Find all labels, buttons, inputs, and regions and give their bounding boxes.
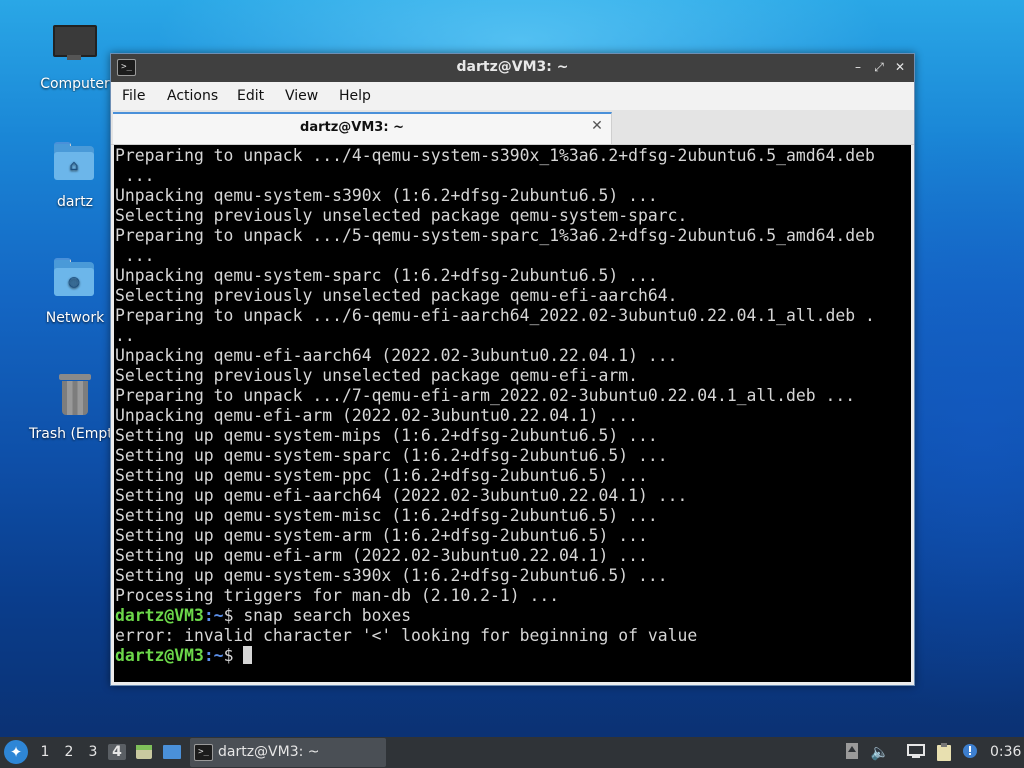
terminal-output-line: Setting up qemu-system-arm (1:6.2+dfsg-2…: [115, 526, 648, 545]
terminal-text: Preparing to unpack .../4-qemu-system-s3…: [114, 145, 911, 666]
terminal-icon: >_: [194, 744, 213, 761]
taskbar: ✦ 1 2 3 4 >_ dartz@VM3: ~ 🔈 0:36: [0, 737, 1024, 768]
terminal-output-line: Preparing to unpack .../4-qemu-system-s3…: [115, 146, 875, 165]
close-button[interactable]: ✕: [892, 59, 908, 75]
tab-label: dartz@VM3: ~: [300, 120, 404, 135]
command-text: snap search boxes: [243, 606, 412, 625]
prompt-path: :~: [203, 606, 224, 625]
file-manager-launcher-icon[interactable]: [134, 742, 154, 762]
window-titlebar[interactable]: >_ dartz@VM3: ~ – ⤢ ✕: [111, 54, 914, 82]
terminal-output-line: Setting up qemu-system-sparc (1:6.2+dfsg…: [115, 446, 668, 465]
terminal-output-line: Preparing to unpack .../5-qemu-system-sp…: [115, 226, 875, 245]
terminal-output-line: Processing triggers for man-db (2.10.2-1…: [115, 586, 560, 605]
network-folder-icon: ◍: [51, 256, 99, 304]
window-title: dartz@VM3: ~: [456, 59, 569, 75]
tab-close-button[interactable]: ✕: [589, 118, 605, 134]
terminal-output-line: Setting up qemu-system-ppc (1:6.2+dfsg-2…: [115, 466, 648, 485]
menu-view[interactable]: View: [285, 88, 318, 104]
prompt-user: dartz@VM3: [115, 606, 204, 625]
clock: 0:36: [990, 744, 1022, 760]
start-menu-button[interactable]: ✦: [4, 740, 28, 764]
terminal-output-line: Setting up qemu-efi-aarch64 (2022.02-3ub…: [115, 486, 688, 505]
network-icon[interactable]: [906, 742, 926, 762]
upload-icon[interactable]: [842, 742, 862, 762]
terminal-prompt-line: dartz@VM3:~$ snap search boxes: [115, 606, 911, 626]
terminal-error-line: error: invalid character '<' looking for…: [115, 626, 698, 645]
volume-icon[interactable]: 🔈: [870, 742, 890, 762]
workspace-3[interactable]: 3: [84, 744, 102, 760]
terminal-prompt-line: dartz@VM3:~$: [115, 646, 911, 666]
terminal-output-line: Selecting previously unselected package …: [115, 366, 639, 385]
terminal-window: >_ dartz@VM3: ~ – ⤢ ✕ File Actions Edit …: [110, 53, 915, 686]
terminal-output-line: Preparing to unpack .../7-qemu-efi-arm_2…: [115, 386, 856, 405]
taskbar-task-terminal[interactable]: >_ dartz@VM3: ~: [190, 738, 386, 767]
terminal-output[interactable]: Preparing to unpack .../4-qemu-system-s3…: [114, 145, 911, 682]
tab-terminal[interactable]: dartz@VM3: ~ ✕: [113, 112, 612, 144]
workspace-2[interactable]: 2: [60, 744, 78, 760]
terminal-output-line: Selecting previously unselected package …: [115, 286, 678, 305]
workspace-1[interactable]: 1: [36, 744, 54, 760]
tab-bar: dartz@VM3: ~ ✕: [111, 110, 914, 145]
minimize-button[interactable]: –: [850, 59, 866, 75]
menu-edit[interactable]: Edit: [237, 88, 264, 104]
menu-bar: File Actions Edit View Help: [111, 82, 914, 110]
home-folder-icon: ⌂: [51, 140, 99, 188]
update-notifier-icon[interactable]: [960, 742, 980, 762]
terminal-output-line: Unpacking qemu-efi-aarch64 (2022.02-3ubu…: [115, 346, 678, 365]
terminal-output-line: ...: [115, 166, 155, 185]
clipboard-icon[interactable]: [934, 742, 954, 762]
menu-file[interactable]: File: [122, 88, 145, 104]
terminal-output-line: Preparing to unpack .../6-qemu-efi-aarch…: [115, 306, 875, 325]
terminal-output-line: Unpacking qemu-system-s390x (1:6.2+dfsg-…: [115, 186, 658, 205]
terminal-output-line: Unpacking qemu-efi-arm (2022.02-3ubuntu0…: [115, 406, 639, 425]
task-label: dartz@VM3: ~: [218, 744, 320, 760]
show-desktop-icon[interactable]: [162, 742, 182, 762]
terminal-output-line: Unpacking qemu-system-sparc (1:6.2+dfsg-…: [115, 266, 658, 285]
terminal-output-line: ...: [115, 246, 155, 265]
prompt-symbol: $: [223, 606, 244, 625]
trash-icon: [51, 372, 99, 420]
terminal-output-line: Setting up qemu-system-misc (1:6.2+dfsg-…: [115, 506, 658, 525]
terminal-output-line: ..: [115, 326, 135, 345]
maximize-button[interactable]: ⤢: [871, 59, 887, 75]
menu-actions[interactable]: Actions: [167, 88, 218, 104]
prompt-user: dartz@VM3: [115, 646, 204, 665]
terminal-output-line: Setting up qemu-efi-arm (2022.02-3ubuntu…: [115, 546, 648, 565]
computer-icon: [51, 22, 99, 70]
workspace-4[interactable]: 4: [108, 744, 126, 760]
prompt-symbol: $: [223, 646, 244, 665]
desktop: Computer ⌂ dartz ◍ Network Trash (Empty)…: [0, 0, 1024, 768]
terminal-output-line: Setting up qemu-system-mips (1:6.2+dfsg-…: [115, 426, 658, 445]
menu-help[interactable]: Help: [339, 88, 371, 104]
terminal-output-line: Selecting previously unselected package …: [115, 206, 688, 225]
prompt-path: :~: [203, 646, 224, 665]
terminal-output-line: Setting up qemu-system-s390x (1:6.2+dfsg…: [115, 566, 668, 585]
terminal-cursor: [243, 646, 253, 664]
